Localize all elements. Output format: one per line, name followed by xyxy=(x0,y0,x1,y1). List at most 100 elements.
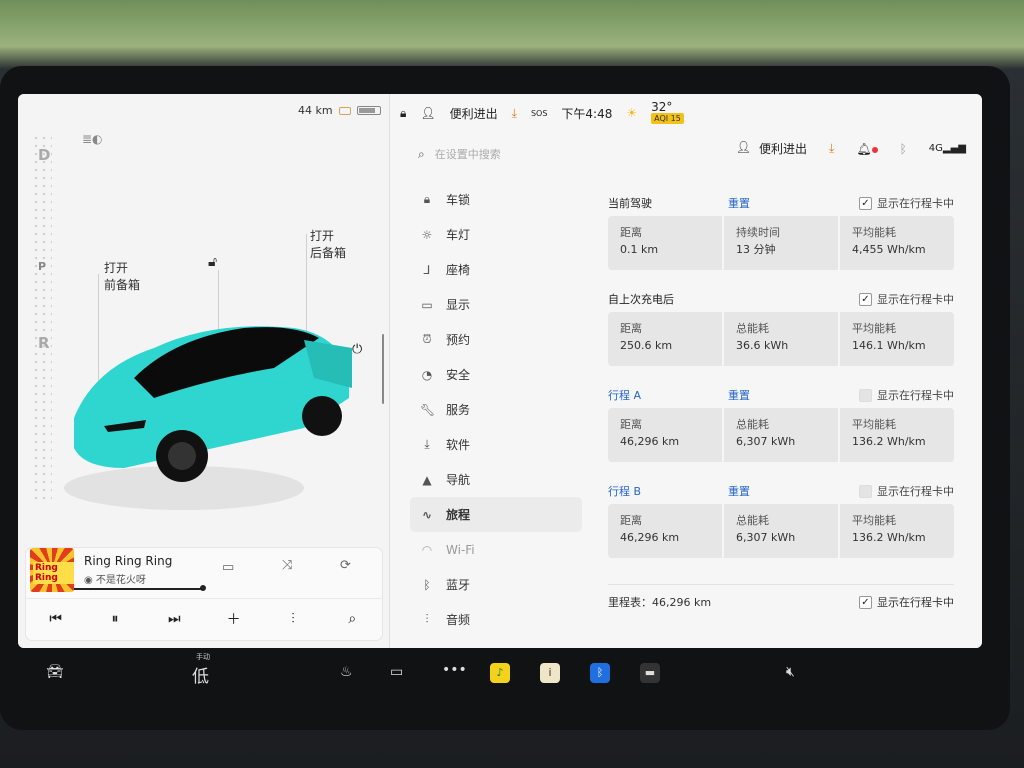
music-player: Ring Ring Ring Ring Ring ◉ 不是花火呀 ▭ ⤨ ⟳ ⏮… xyxy=(26,548,382,640)
clock-time: 下午4:48 xyxy=(561,106,613,121)
menu-item-software[interactable]: ⤓ 软件 xyxy=(410,427,582,462)
menu-item-audio[interactable]: ⫶ 音频 xyxy=(410,602,582,637)
since-charge-header: 自上次充电后 ✓ 显示在行程卡中 xyxy=(608,286,954,312)
bluetooth-status-icon[interactable]: ᛒ xyxy=(900,142,907,156)
checkbox-unchecked[interactable] xyxy=(859,388,872,402)
cellular-signal-icon: 4G▂▄▆ xyxy=(928,143,966,154)
menu-item-bluetooth[interactable]: ᛒ 蓝牙 xyxy=(410,567,582,602)
checkbox-checked[interactable]: ✓ xyxy=(859,292,872,306)
menu-item-schedule[interactable]: ⏰︎ 预约 xyxy=(410,322,582,357)
playback-progress-handle[interactable] xyxy=(200,585,206,591)
trip-a-show-checkbox[interactable]: 显示在行程卡中 xyxy=(859,387,954,403)
range-text: 44 km xyxy=(298,104,333,117)
weather-widget: 32° AQI 15 xyxy=(651,101,684,124)
stat-value: 36.6 kWh xyxy=(736,339,789,352)
profile-status-icon[interactable]: 👤︎ xyxy=(420,106,435,120)
reset-current-button[interactable]: 重置 xyxy=(728,195,848,211)
stat-duration: 持续时间 13 分钟 xyxy=(724,216,838,270)
trip-b-show-checkbox[interactable]: 显示在行程卡中 xyxy=(859,483,954,499)
checkbox-unchecked[interactable] xyxy=(859,484,872,498)
since-charge-stats: 距离 250.6 km 总能耗 36.6 kWh 平均能耗 146.1 Wh/km xyxy=(608,312,954,366)
checkbox-checked[interactable]: ✓ xyxy=(859,595,872,609)
odometer-show-checkbox[interactable]: ✓ 显示在行程卡中 xyxy=(859,594,954,610)
album-art[interactable]: Ring Ring xyxy=(30,548,74,592)
mute-icon[interactable]: 🔇︎ xyxy=(786,664,795,680)
current-show-checkbox[interactable]: ✓ 显示在行程卡中 xyxy=(859,195,954,211)
gear-dots xyxy=(32,134,52,504)
stat-value: 46,296 km xyxy=(620,531,680,544)
car-panel-scrollbar[interactable] xyxy=(382,334,384,404)
menu-item-lock[interactable]: 🔒︎ 车锁 xyxy=(410,182,582,217)
weather-sun-icon: ☀ xyxy=(626,106,638,120)
music-app-icon[interactable]: ♪ xyxy=(490,663,510,683)
song-artist-name: 不是花火呀 xyxy=(95,575,146,586)
profile-status-name[interactable]: 便利进出 xyxy=(450,105,498,122)
profile-button[interactable]: 👤︎ 便利进出 xyxy=(736,140,807,157)
shuffle-icon[interactable]: ⤨ xyxy=(282,558,292,573)
stat-label: 平均能耗 xyxy=(852,514,896,527)
sos-icon[interactable]: SOS xyxy=(531,109,547,118)
manual-app-icon[interactable]: i xyxy=(540,663,560,683)
menu-label: 预约 xyxy=(446,333,471,347)
rear-defrost-icon[interactable]: ▭ xyxy=(390,664,403,680)
equalizer-icon[interactable]: ⫶ xyxy=(278,611,308,627)
car-icon[interactable]: 🚘︎ xyxy=(46,664,64,680)
add-icon[interactable]: ＋ xyxy=(219,609,249,629)
dashcam-app-icon[interactable]: ▬ xyxy=(640,663,660,683)
front-defrost-icon[interactable]: ♨ xyxy=(340,664,353,680)
gear-p[interactable]: P xyxy=(38,260,46,273)
reset-trip-a-button[interactable]: 重置 xyxy=(728,387,848,403)
fan-level-text[interactable]: 低 xyxy=(192,662,209,687)
stat-avg-energy: 平均能耗 146.1 Wh/km xyxy=(840,312,954,366)
lyrics-icon[interactable]: ▭ xyxy=(222,560,234,575)
search-input-placeholder[interactable]: 在设置中搜索 xyxy=(435,146,501,162)
aqi-badge: AQI 15 xyxy=(651,113,684,124)
stat-label: 持续时间 xyxy=(736,226,780,239)
reset-trip-b-button[interactable]: 重置 xyxy=(728,483,848,499)
settings-search[interactable]: ⌕ 在设置中搜索 xyxy=(418,146,501,162)
shield-icon: ◔ xyxy=(421,367,433,382)
menu-item-service[interactable]: 🔧︎ 服务 xyxy=(410,392,582,427)
song-artist: ◉ 不是花火呀 xyxy=(84,575,146,586)
gear-d[interactable]: D xyxy=(38,146,50,164)
trip-b-stats: 距离 46,296 km 总能耗 6,307 kWh 平均能耗 136.2 Wh/km xyxy=(608,504,954,558)
since-charge-show-checkbox[interactable]: ✓ 显示在行程卡中 xyxy=(859,291,954,307)
headlight-icon[interactable]: ≣◐ xyxy=(82,132,103,146)
left-status-bar: 44 km xyxy=(298,104,381,117)
next-track-icon[interactable]: ⏭ xyxy=(159,611,189,627)
pause-icon[interactable]: ⏸ xyxy=(100,611,130,627)
menu-item-display[interactable]: ▭ 显示 xyxy=(410,287,582,322)
menu-item-lights[interactable]: ☼ 车灯 xyxy=(410,217,582,252)
stat-avg-energy: 平均能耗 136.2 Wh/km xyxy=(840,408,954,462)
previous-track-icon[interactable]: ⏮ xyxy=(41,611,71,627)
menu-label: 车灯 xyxy=(446,228,471,242)
search-music-icon[interactable]: ⌕ xyxy=(337,611,367,627)
repeat-icon[interactable]: ⟳ xyxy=(340,558,351,573)
menu-item-safety[interactable]: ◔ 安全 xyxy=(410,357,582,392)
playback-progress[interactable] xyxy=(74,588,204,590)
trip-name[interactable]: 行程 B xyxy=(608,483,728,499)
more-apps-icon[interactable]: ••• xyxy=(442,662,467,678)
trunk-open-button[interactable]: 打开 后备箱 xyxy=(310,228,346,262)
unlock-icon[interactable]: 🔓︎ xyxy=(208,254,217,270)
stat-label: 距离 xyxy=(620,226,642,239)
stat-label: 距离 xyxy=(620,418,642,431)
gear-r[interactable]: R xyxy=(38,334,50,352)
bluetooth-app-icon[interactable]: ᛒ xyxy=(590,663,610,683)
menu-item-wifi[interactable]: ◠ Wi-Fi xyxy=(410,532,582,567)
battery-icon xyxy=(356,106,381,115)
fan-mode-text: 手动 xyxy=(196,653,210,661)
download-icon[interactable]: ⤓ xyxy=(829,141,834,156)
lock-status-icon[interactable]: 🔒︎ xyxy=(400,106,406,121)
stat-value: 46,296 km xyxy=(620,435,680,448)
notification-icon[interactable]: 🔔︎ xyxy=(856,142,878,156)
software-update-icon[interactable]: ⤓ xyxy=(512,106,517,121)
menu-item-trips[interactable]: ∿ 旅程 xyxy=(410,497,582,532)
trip-name[interactable]: 行程 A xyxy=(608,387,728,403)
menu-item-navigation[interactable]: ▲ 导航 xyxy=(410,462,582,497)
menu-item-seats[interactable]: ⅃ 座椅 xyxy=(410,252,582,287)
stat-avg-energy: 平均能耗 4,455 Wh/km xyxy=(840,216,954,270)
frunk-open-button[interactable]: 打开 前备箱 xyxy=(104,260,140,294)
menu-label: 车锁 xyxy=(446,193,471,207)
checkbox-checked[interactable]: ✓ xyxy=(859,196,872,210)
